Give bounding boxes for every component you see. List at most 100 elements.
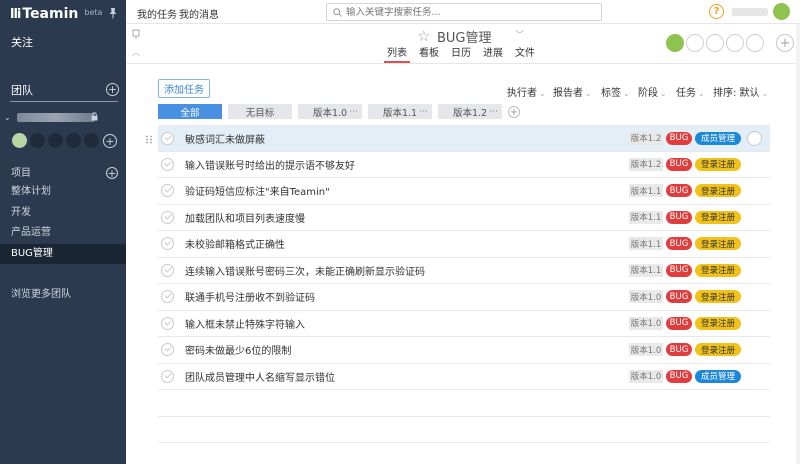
filter-label: 标签 bbox=[601, 88, 621, 99]
tab-files[interactable]: 文件 bbox=[515, 44, 535, 59]
task-row[interactable]: 验证码短信应标注"来自Teamin" 版本1.1 BUG 登录注册 bbox=[158, 178, 770, 205]
avatar[interactable] bbox=[666, 34, 684, 52]
chip-no-target[interactable]: 无目标 bbox=[228, 104, 292, 119]
beta-badge: beta bbox=[84, 7, 103, 17]
add-task-button[interactable]: 添加任务 bbox=[158, 79, 210, 98]
task-title[interactable]: 密码未做最少6位的限制 bbox=[185, 342, 291, 357]
task-complete-checkbox[interactable] bbox=[161, 290, 174, 304]
sidebar-item-dev[interactable]: 开发 bbox=[0, 203, 126, 223]
user-avatar[interactable] bbox=[773, 3, 790, 20]
task-complete-checkbox[interactable] bbox=[161, 343, 174, 357]
user-name-redacted[interactable] bbox=[732, 8, 768, 16]
more-icon[interactable]: ··· bbox=[349, 107, 358, 117]
task-title[interactable]: 输入框未禁止特殊字符输入 bbox=[185, 316, 305, 331]
version-tag: 版本1.2 bbox=[629, 131, 663, 145]
task-title[interactable]: 未校验邮箱格式正确性 bbox=[185, 236, 285, 251]
task-row[interactable]: 联通手机号注册收不到验证码 版本1.0 BUG 登录注册 bbox=[158, 284, 770, 311]
add-member-icon[interactable]: + bbox=[103, 134, 117, 148]
add-member-icon[interactable]: + bbox=[776, 34, 794, 52]
sidebar-item-bug-management[interactable]: BUG管理 bbox=[0, 244, 126, 264]
filter-task[interactable]: 任务 ⌄ bbox=[676, 84, 705, 99]
scrollbar[interactable] bbox=[796, 24, 800, 464]
task-title[interactable]: 联通手机号注册收不到验证码 bbox=[185, 289, 315, 304]
task-complete-checkbox[interactable] bbox=[161, 316, 174, 330]
sidebar-item-product-ops[interactable]: 产品运营 bbox=[0, 223, 126, 243]
avatar[interactable] bbox=[726, 34, 744, 52]
task-title[interactable]: 团队成员管理中人名缩写显示错位 bbox=[185, 369, 335, 384]
avatar[interactable] bbox=[706, 34, 724, 52]
chevron-down-icon: ⌄ bbox=[623, 89, 630, 98]
bug-tag: BUG bbox=[666, 157, 692, 171]
assignee-avatar[interactable] bbox=[747, 130, 762, 146]
module-tag: 登录注册 bbox=[695, 343, 741, 357]
task-complete-checkbox[interactable] bbox=[161, 131, 174, 145]
task-title[interactable]: 加载团队和项目列表速度慢 bbox=[185, 210, 305, 225]
my-messages-link[interactable]: 我的消息 bbox=[179, 6, 219, 21]
help-icon[interactable]: ? bbox=[709, 4, 724, 19]
browse-more-teams-link[interactable]: 浏览更多团队 bbox=[11, 285, 71, 300]
avatar[interactable] bbox=[30, 133, 45, 148]
chevron-down-icon: ⌄ bbox=[761, 89, 769, 98]
task-title[interactable]: 连续输入错误账号密码三次，未能正确刷新显示验证码 bbox=[185, 263, 425, 278]
project-members bbox=[666, 34, 764, 52]
task-row[interactable]: 未校验邮箱格式正确性 版本1.1 BUG 登录注册 bbox=[158, 231, 770, 258]
tab-progress[interactable]: 进展 bbox=[483, 44, 503, 59]
task-row[interactable]: 输入框未禁止特殊字符输入 版本1.0 BUG 登录注册 bbox=[158, 311, 770, 337]
search-input[interactable] bbox=[346, 6, 586, 18]
task-row[interactable]: 连续输入错误账号密码三次，未能正确刷新显示验证码 版本1.1 BUG 登录注册 bbox=[158, 258, 770, 284]
drag-handle-icon[interactable] bbox=[145, 135, 153, 144]
task-title[interactable]: 敏感词汇未做屏蔽 bbox=[185, 131, 265, 146]
avatar[interactable] bbox=[84, 133, 99, 148]
more-icon[interactable]: ··· bbox=[419, 107, 428, 117]
pin-icon[interactable] bbox=[131, 29, 141, 39]
sidebar-item-overall-plan[interactable]: 整体计划 bbox=[0, 182, 126, 202]
collapse-icon[interactable]: ︿ bbox=[132, 47, 140, 58]
team-name-row[interactable]: ⌄ bbox=[4, 109, 122, 125]
logo[interactable]: lli Teamin beta bbox=[0, 0, 126, 28]
filter-reporter[interactable]: 报告者 ⌄ bbox=[553, 84, 592, 99]
chip-version-1-1[interactable]: 版本1.1 ··· bbox=[368, 104, 432, 119]
bug-tag: BUG bbox=[666, 343, 692, 357]
task-title[interactable]: 验证码短信应标注"来自Teamin" bbox=[185, 183, 330, 198]
avatar[interactable] bbox=[66, 133, 81, 148]
task-row[interactable]: 团队成员管理中人名缩写显示错位 版本1.0 BUG 成员管理 bbox=[158, 364, 770, 390]
tab-board[interactable]: 看板 bbox=[419, 44, 439, 59]
chevron-down-icon[interactable]: ﹀ bbox=[515, 28, 524, 41]
chip-all[interactable]: 全部 bbox=[158, 104, 222, 119]
avatar[interactable] bbox=[686, 34, 704, 52]
chip-version-1-2[interactable]: 版本1.2 ··· bbox=[438, 104, 502, 119]
team-members bbox=[12, 133, 99, 148]
filter-stage[interactable]: 阶段 ⌄ bbox=[638, 84, 667, 99]
task-row[interactable]: 密码未做最少6位的限制 版本1.0 BUG 登录注册 bbox=[158, 337, 770, 364]
tab-calendar[interactable]: 日历 bbox=[451, 44, 471, 59]
filter-assignee[interactable]: 执行者 ⌄ bbox=[507, 84, 546, 99]
top-bar: 我的任务 我的消息 ? bbox=[126, 0, 800, 24]
task-complete-checkbox[interactable] bbox=[161, 210, 174, 224]
add-team-icon[interactable]: + bbox=[106, 83, 119, 96]
task-title[interactable]: 输入错误账号时给出的提示语不够友好 bbox=[185, 157, 355, 172]
task-complete-checkbox[interactable] bbox=[161, 184, 174, 198]
avatar[interactable] bbox=[12, 133, 27, 148]
task-complete-checkbox[interactable] bbox=[161, 157, 174, 171]
star-icon[interactable]: ☆ bbox=[417, 27, 430, 45]
tab-list[interactable]: 列表 bbox=[384, 44, 410, 63]
avatar[interactable] bbox=[746, 34, 764, 52]
task-row[interactable]: 输入错误账号时给出的提示语不够友好 版本1.2 BUG 登录注册 bbox=[158, 152, 770, 178]
filter-tags[interactable]: 标签 ⌄ bbox=[601, 84, 630, 99]
pin-icon[interactable] bbox=[108, 7, 118, 19]
add-project-icon[interactable]: + bbox=[106, 167, 118, 179]
avatar[interactable] bbox=[48, 133, 63, 148]
task-row[interactable]: 加载团队和项目列表速度慢 版本1.1 BUG 登录注册 bbox=[158, 205, 770, 231]
my-tasks-link[interactable]: 我的任务 bbox=[137, 6, 177, 21]
sidebar-item-follow[interactable]: 关注 bbox=[0, 28, 126, 58]
search-box[interactable] bbox=[326, 3, 602, 21]
sort-dropdown[interactable]: 排序: 默认 ⌄ bbox=[713, 84, 768, 99]
chevron-down-icon[interactable]: ⌄ bbox=[4, 113, 11, 122]
task-complete-checkbox[interactable] bbox=[161, 369, 174, 383]
add-chip-icon[interactable]: + bbox=[508, 106, 520, 118]
task-row[interactable]: 敏感词汇未做屏蔽 版本1.2 BUG 成员管理 bbox=[146, 125, 770, 152]
task-complete-checkbox[interactable] bbox=[161, 237, 174, 251]
chip-version-1-0[interactable]: 版本1.0 ··· bbox=[298, 104, 362, 119]
task-complete-checkbox[interactable] bbox=[161, 263, 174, 277]
more-icon[interactable]: ··· bbox=[489, 107, 498, 117]
